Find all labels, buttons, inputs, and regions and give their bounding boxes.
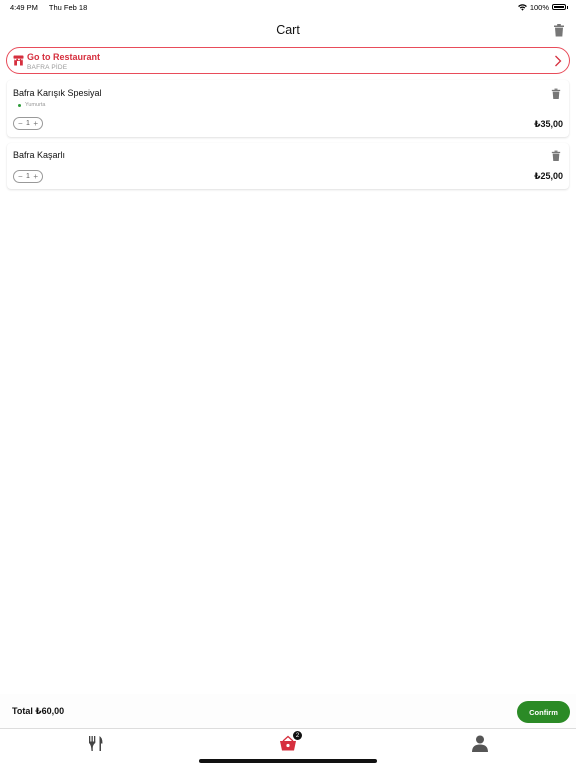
quantity-stepper: − 1 + xyxy=(13,170,43,183)
battery-percent: 100% xyxy=(529,2,549,12)
quantity-value: 1 xyxy=(26,120,30,127)
cart-item: Bafra Karışık Spesiyal Yumurta − 1 + ₺35… xyxy=(7,80,569,137)
remove-item-trash-icon[interactable] xyxy=(551,88,561,100)
confirm-button[interactable]: Confirm xyxy=(517,701,570,723)
battery-icon xyxy=(552,4,568,10)
cart-item-name: Bafra Karışık Spesiyal xyxy=(13,88,102,98)
cart-count-badge: 2 xyxy=(292,730,303,741)
restaurants-icon xyxy=(89,736,103,751)
restaurant-name: BAFRA PİDE xyxy=(27,63,68,71)
clear-cart-trash-icon[interactable] xyxy=(553,24,565,37)
status-date: Thu Feb 18 xyxy=(48,2,88,12)
status-left: 4:49 PM Thu Feb 18 xyxy=(10,3,96,12)
decrease-quantity-button[interactable]: − xyxy=(18,172,23,181)
quantity-value: 1 xyxy=(26,173,30,180)
go-to-restaurant-label: Go to Restaurant xyxy=(27,52,101,62)
tab-cart[interactable]: 2 xyxy=(258,730,318,755)
increase-quantity-button[interactable]: + xyxy=(33,172,38,181)
nav-bar: Cart xyxy=(0,16,576,44)
store-icon xyxy=(13,55,24,66)
tab-profile[interactable] xyxy=(450,735,510,755)
cart-item-option-label: Yumurta xyxy=(25,102,46,108)
status-bar: 4:49 PM Thu Feb 18 100% xyxy=(0,0,576,14)
go-to-restaurant-button[interactable]: Go to Restaurant BAFRA PİDE xyxy=(6,47,570,74)
cart-item-option: Yumurta xyxy=(18,102,45,108)
home-indicator xyxy=(199,759,377,763)
cart-total: Total ₺60,00 xyxy=(12,706,65,716)
cart-item-price: ₺25,00 xyxy=(534,171,563,181)
cart-footer: Total ₺60,00 Confirm xyxy=(0,694,576,729)
page-title: Cart xyxy=(276,23,300,37)
tab-restaurants[interactable] xyxy=(66,735,126,755)
status-right: 100% xyxy=(517,2,568,12)
decrease-quantity-button[interactable]: − xyxy=(18,119,23,128)
wifi-icon xyxy=(517,3,527,11)
status-time: 4:49 PM xyxy=(10,2,38,12)
cart-item-price: ₺35,00 xyxy=(534,119,563,129)
remove-item-trash-icon[interactable] xyxy=(551,150,561,162)
option-dot-icon xyxy=(18,103,21,107)
profile-icon xyxy=(472,735,488,752)
cart-item-name: Bafra Kaşarlı xyxy=(13,150,66,160)
increase-quantity-button[interactable]: + xyxy=(33,119,38,128)
cart-item: Bafra Kaşarlı − 1 + ₺25,00 xyxy=(7,143,569,189)
chevron-right-icon xyxy=(555,55,562,67)
quantity-stepper: − 1 + xyxy=(13,117,43,130)
